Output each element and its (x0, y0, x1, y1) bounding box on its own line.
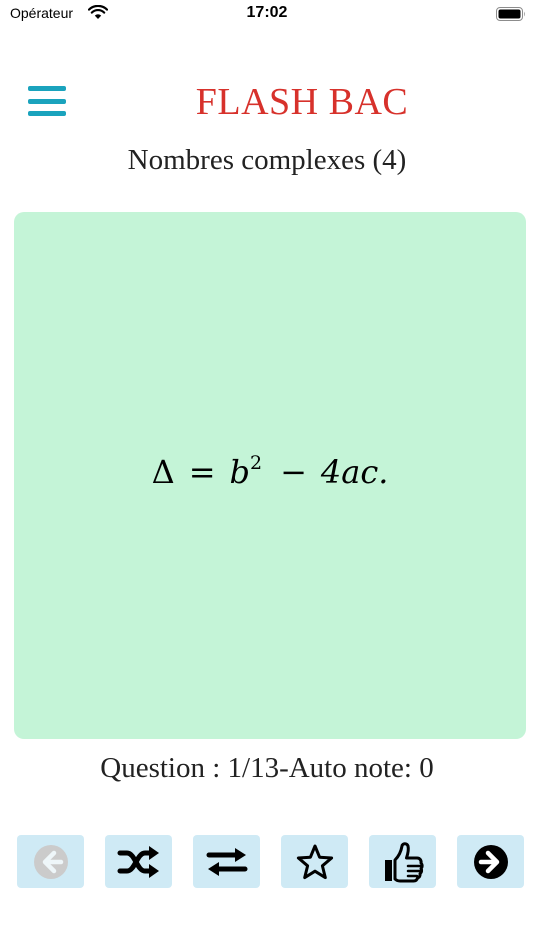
formula-b: b (229, 452, 250, 491)
formula-delta: Δ (151, 452, 175, 491)
formula-equals: = (188, 452, 216, 491)
thumbs-up-icon (384, 841, 424, 882)
question-progress: Question : 1/13-Auto note: 0 (100, 752, 434, 784)
battery-icon (496, 7, 525, 21)
star-icon (296, 844, 333, 879)
card-formula: Δ = b 2 − 4ac. (151, 451, 389, 491)
menu-bar-bottom (28, 111, 66, 116)
previous-button[interactable] (17, 835, 84, 888)
status-time: 17:02 (246, 4, 288, 21)
swap-button[interactable] (193, 835, 260, 888)
formula-rest: 4ac. (320, 452, 389, 491)
arrow-left-circle-icon (33, 844, 68, 879)
menu-bar-middle (28, 98, 66, 104)
menu-bar-top (28, 86, 66, 91)
repeat-arrows-icon (206, 847, 247, 876)
flashcard[interactable]: Δ = b 2 − 4ac. (14, 212, 526, 739)
next-button[interactable] (457, 835, 524, 888)
thumbs-up-button[interactable] (369, 835, 436, 888)
arrow-right-circle-icon (473, 844, 508, 879)
bottom-toolbar (0, 835, 534, 889)
hamburger-menu-icon[interactable] (28, 84, 66, 118)
app-title: FLASH BAC (195, 81, 409, 123)
deck-subtitle: Nombres complexes (4) (127, 144, 407, 176)
favorite-button[interactable] (281, 835, 348, 888)
shuffle-icon (117, 845, 159, 878)
formula-exponent: 2 (249, 451, 263, 474)
formula-minus: − (280, 452, 307, 491)
status-bar: Opérateur 17:02 (0, 0, 534, 30)
shuffle-button[interactable] (105, 835, 172, 888)
